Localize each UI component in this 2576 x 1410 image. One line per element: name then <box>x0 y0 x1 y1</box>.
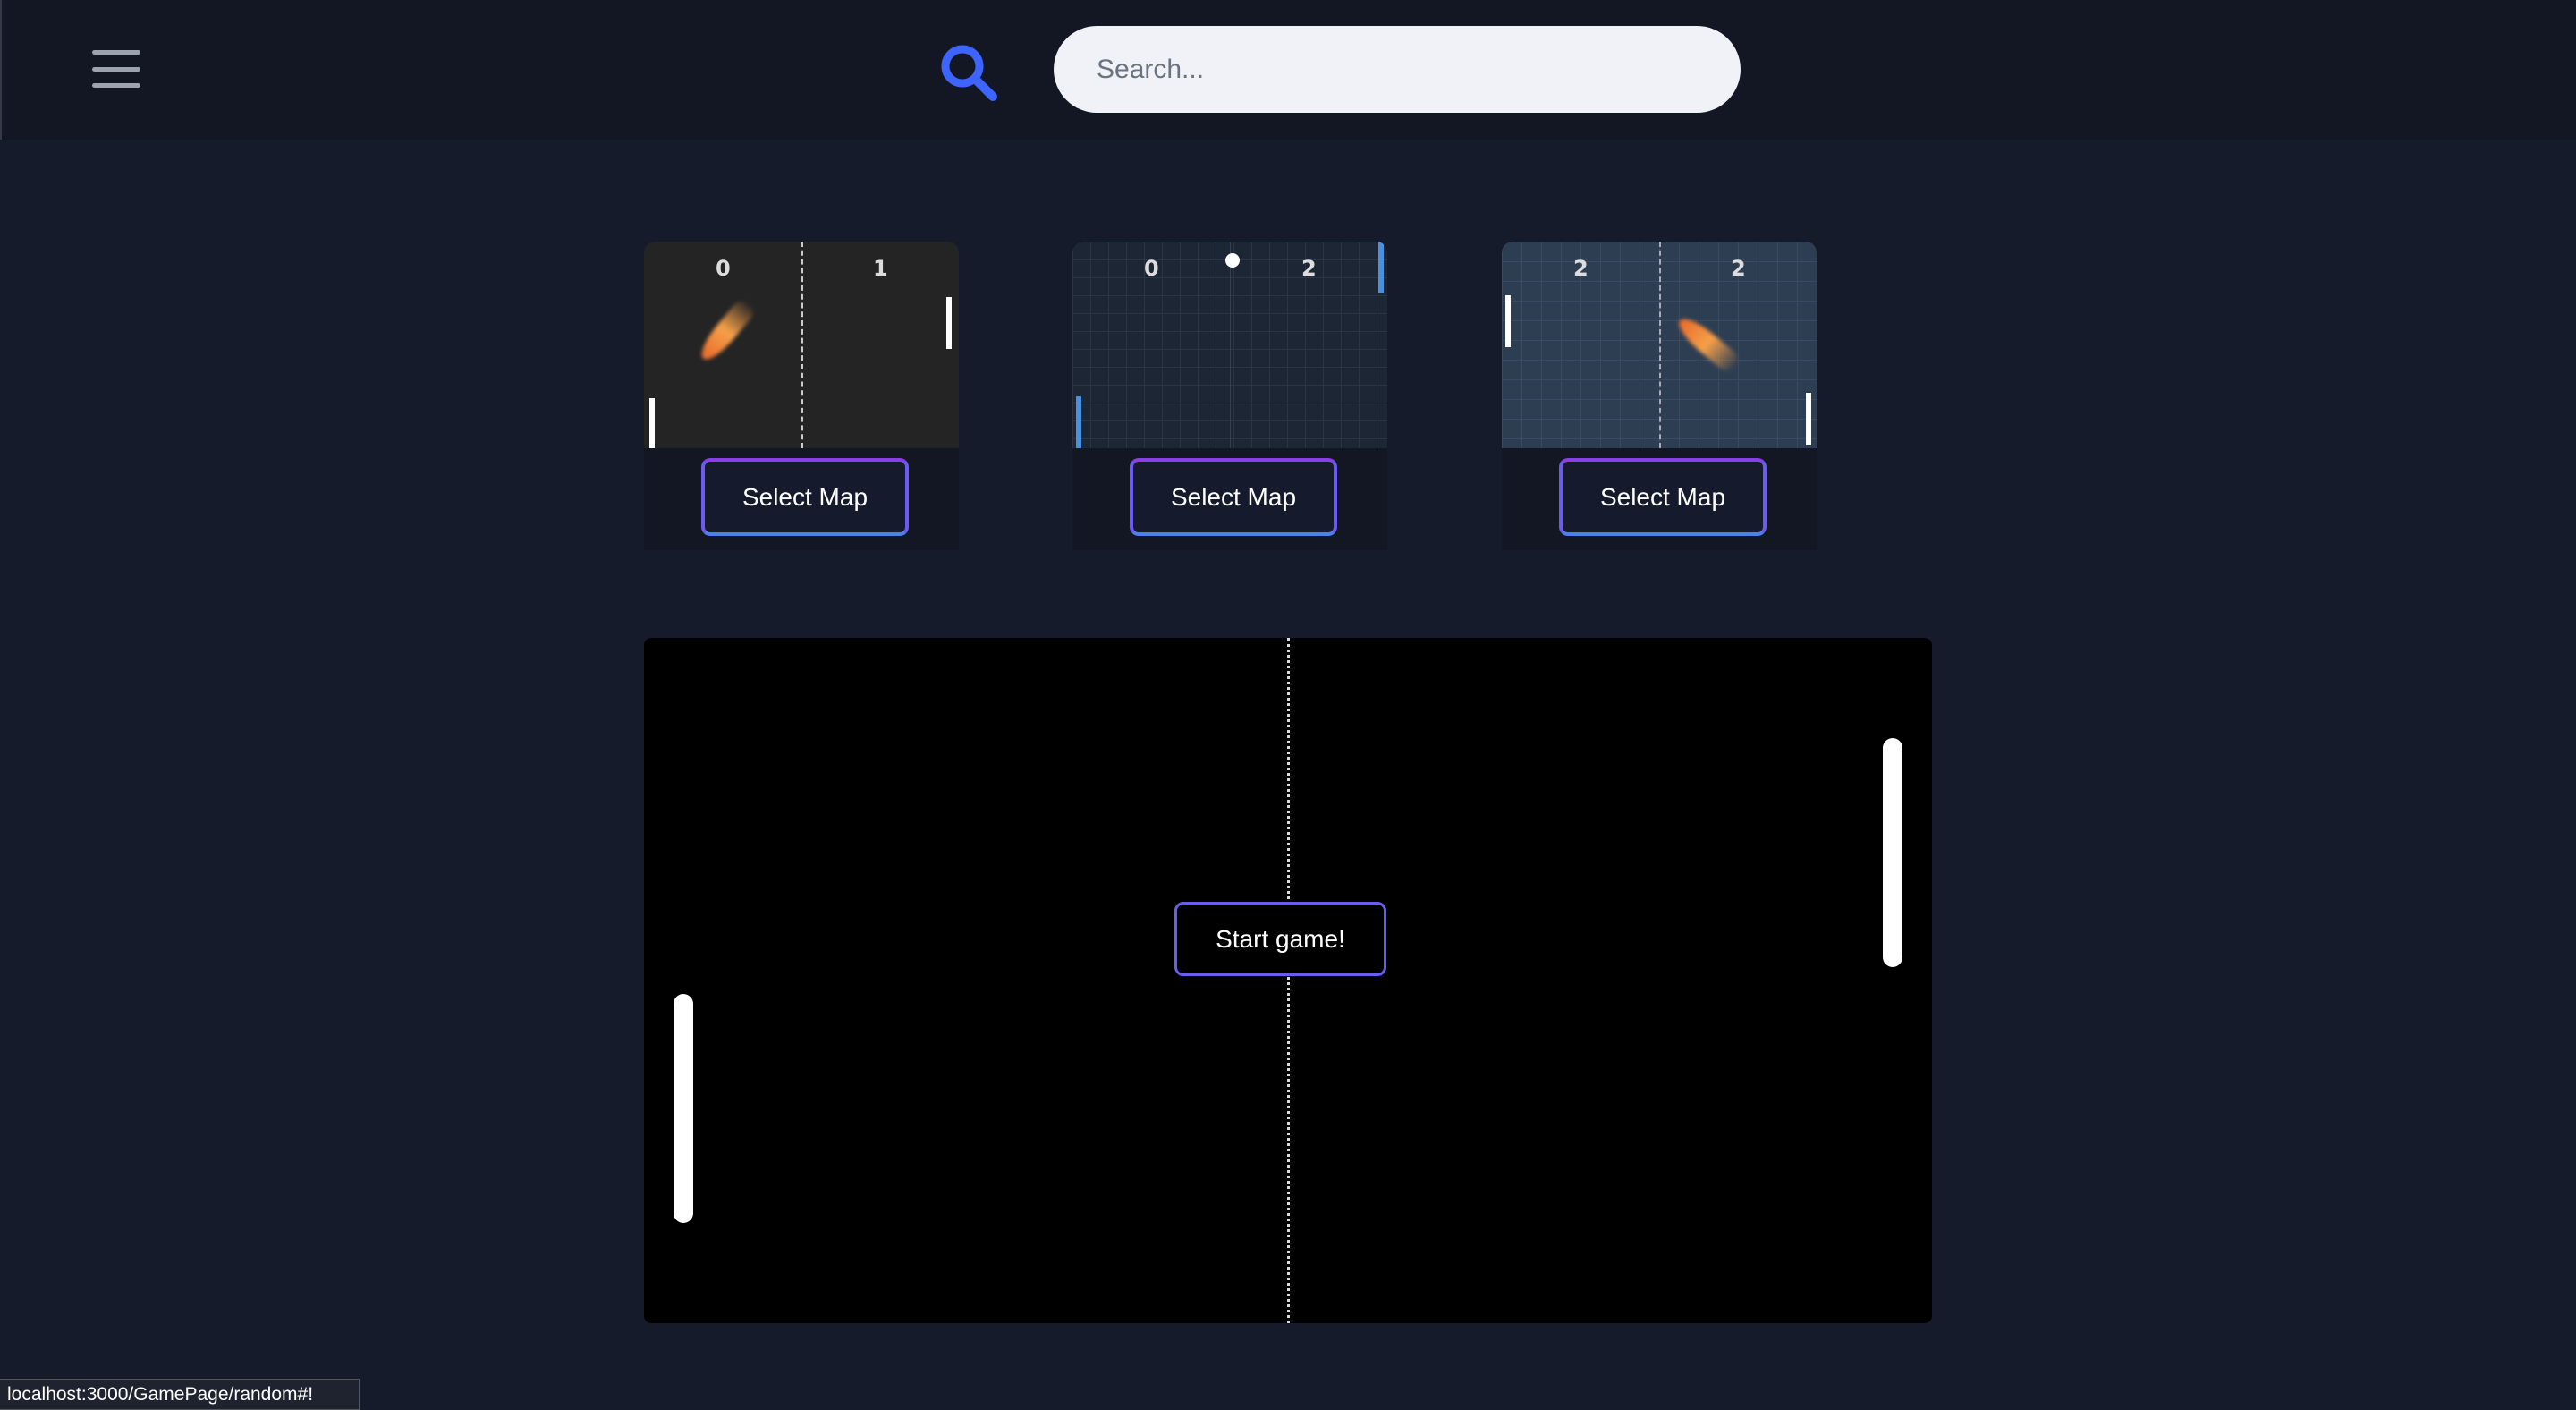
fireball-ball <box>1673 312 1742 375</box>
score-right: 1 <box>873 256 888 281</box>
map-card-grid: 0 2 Select Map <box>1072 242 1387 550</box>
left-paddle <box>649 398 655 448</box>
left-paddle <box>674 994 693 1223</box>
left-paddle <box>1505 295 1511 347</box>
right-paddle <box>1378 242 1384 293</box>
left-paddle <box>1076 396 1081 448</box>
search-icon[interactable] <box>937 41 998 102</box>
map-preview[interactable]: 0 2 <box>1072 242 1387 448</box>
top-header <box>0 0 2576 140</box>
hamburger-menu-icon[interactable] <box>92 50 140 88</box>
fireball-ball <box>695 296 758 366</box>
map-card-slate: 2 2 Select Map <box>1502 242 1817 550</box>
map-preview[interactable]: 0 1 <box>644 242 959 448</box>
select-map-button[interactable]: Select Map <box>1559 458 1767 536</box>
status-bar-url: localhost:3000/GamePage/random#! <box>0 1379 360 1410</box>
start-game-button[interactable]: Start game! <box>1174 902 1386 976</box>
select-map-button[interactable]: Select Map <box>701 458 909 536</box>
search-input[interactable] <box>1054 26 1741 113</box>
center-line <box>1287 638 1290 1323</box>
score-left: 0 <box>1144 256 1159 281</box>
map-card-classic: 0 1 Select Map <box>644 242 959 550</box>
right-paddle <box>1806 393 1811 445</box>
map-preview[interactable]: 2 2 <box>1502 242 1817 448</box>
score-left: 0 <box>716 256 731 281</box>
select-map-button[interactable]: Select Map <box>1130 458 1337 536</box>
right-paddle <box>1883 738 1902 967</box>
right-paddle <box>946 297 952 349</box>
ball <box>1225 253 1240 268</box>
game-canvas[interactable]: Start game! <box>644 638 1932 1323</box>
score-right: 2 <box>1731 256 1746 281</box>
score-left: 2 <box>1573 256 1589 281</box>
score-right: 2 <box>1301 256 1317 281</box>
